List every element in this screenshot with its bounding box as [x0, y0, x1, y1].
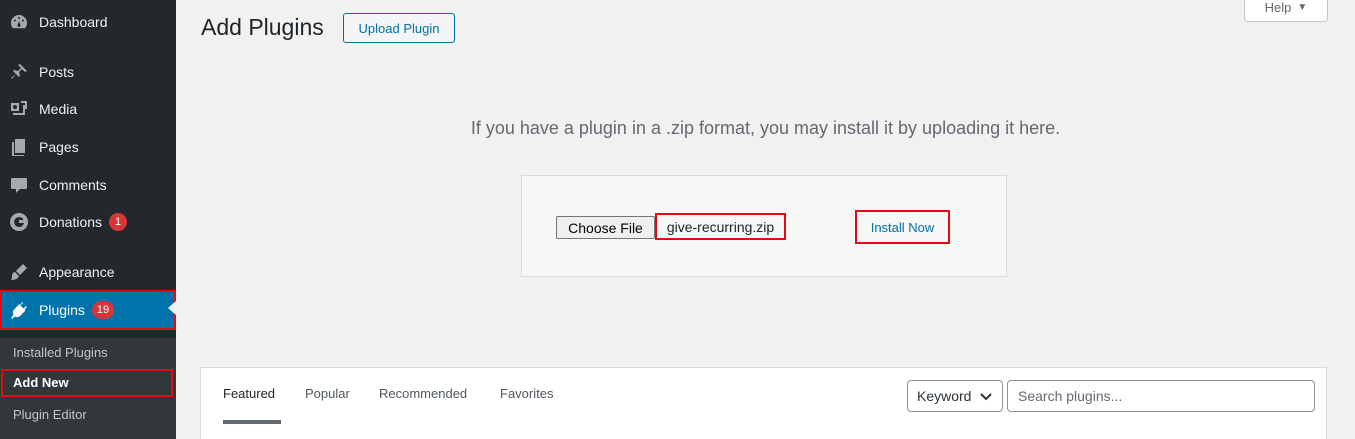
submenu-item-label: Add New: [13, 375, 69, 390]
sidebar-item-label: Comments: [39, 177, 107, 193]
tab-featured[interactable]: Featured: [223, 386, 275, 401]
sidebar-item-appearance[interactable]: Appearance: [0, 254, 176, 290]
install-now-label: Install Now: [870, 219, 935, 235]
selected-file-name: give-recurring.zip: [655, 213, 786, 240]
search-type-value: Keyword: [917, 388, 972, 404]
comment-icon: [9, 175, 29, 195]
sidebar-item-label: Pages: [39, 139, 79, 155]
dashboard-icon: [9, 12, 29, 32]
help-button[interactable]: Help ▼: [1244, 0, 1328, 22]
search-type-select[interactable]: Keyword: [907, 380, 1003, 412]
sidebar-item-label: Dashboard: [39, 14, 108, 30]
sidebar-item-donations[interactable]: Donations 1: [0, 204, 176, 240]
update-count-badge: 1: [109, 213, 128, 231]
sidebar-item-plugins[interactable]: Plugins 19: [0, 290, 176, 330]
help-button-label: Help: [1264, 0, 1292, 15]
plugin-icon: [9, 300, 29, 320]
tab-popular[interactable]: Popular: [305, 386, 350, 401]
give-icon: [9, 212, 29, 232]
sidebar-item-label: Donations: [39, 214, 103, 230]
tab-favorites[interactable]: Favorites: [500, 386, 553, 401]
admin-sidebar: Dashboard Posts Media Pages Comments Don…: [0, 0, 176, 439]
tab-recommended[interactable]: Recommended: [379, 386, 467, 401]
sidebar-item-posts[interactable]: Posts: [0, 54, 176, 90]
search-plugins-input[interactable]: [1007, 380, 1315, 412]
install-now-button[interactable]: Install Now: [855, 210, 950, 244]
sidebar-item-label: Media: [39, 101, 78, 117]
chevron-down-icon: [980, 393, 992, 401]
submenu-item-installed-plugins[interactable]: Installed Plugins: [13, 345, 108, 360]
upload-instructions: If you have a plugin in a .zip format, y…: [0, 118, 1355, 139]
submenu-item-plugin-editor[interactable]: Plugin Editor: [13, 407, 87, 422]
brush-icon: [9, 262, 29, 282]
pages-icon: [9, 137, 29, 157]
sidebar-item-label: Plugins: [39, 302, 85, 318]
update-count-badge: 19: [91, 301, 115, 319]
plugins-submenu: Installed Plugins Add New Plugin Editor: [0, 338, 176, 439]
choose-file-button[interactable]: Choose File: [556, 216, 655, 239]
upload-plugin-button[interactable]: Upload Plugin: [343, 13, 455, 43]
page-title: Add Plugins: [201, 14, 324, 40]
sidebar-item-comments[interactable]: Comments: [0, 167, 176, 203]
submenu-item-add-new[interactable]: Add New: [1, 369, 173, 397]
caret-down-icon: ▼: [1297, 2, 1308, 13]
sidebar-item-dashboard[interactable]: Dashboard: [0, 4, 176, 40]
upload-instructions-text: If you have a plugin in a .zip format, y…: [470, 118, 1061, 138]
sidebar-item-label: Appearance: [39, 264, 115, 280]
pin-icon: [9, 62, 29, 82]
media-icon: [9, 99, 29, 119]
current-tab-indicator: [223, 420, 281, 424]
sidebar-item-label: Posts: [39, 64, 75, 80]
